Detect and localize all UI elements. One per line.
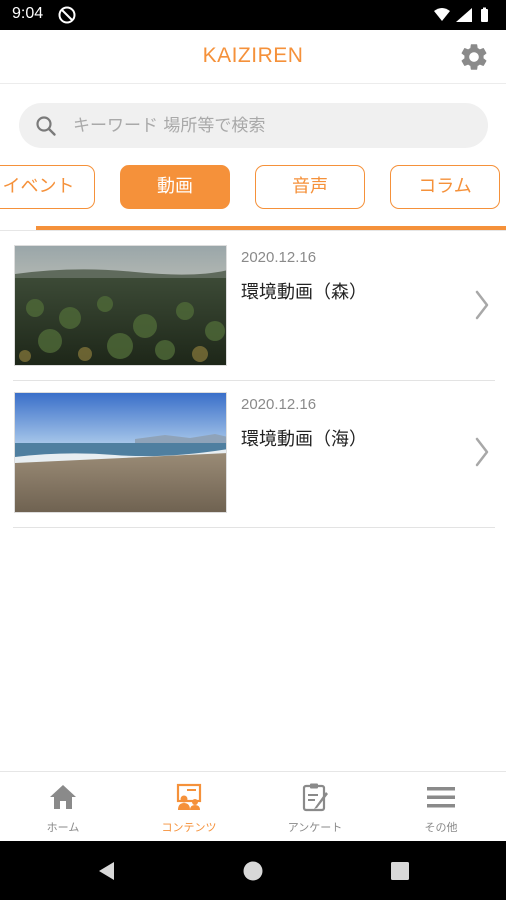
contents-icon	[176, 783, 202, 810]
list-item[interactable]: 2020.12.16 環境動画（森）	[0, 236, 506, 383]
recents-icon[interactable]	[389, 860, 411, 882]
home-icon	[50, 785, 76, 809]
tab-audio[interactable]: 音声	[255, 165, 365, 209]
item-date: 2020.12.16	[241, 396, 317, 413]
do-not-disturb-icon	[58, 6, 76, 24]
nav-home[interactable]: ホーム	[0, 772, 126, 842]
tab-video[interactable]: 動画	[120, 165, 230, 209]
wifi-icon	[434, 8, 450, 21]
item-title: 環境動画（森）	[241, 282, 367, 303]
search-bar[interactable]	[19, 103, 488, 148]
item-title: 環境動画（海）	[241, 429, 367, 450]
beach-thumbnail	[14, 392, 227, 513]
search-input[interactable]	[73, 103, 473, 148]
nav-contents[interactable]: コンテンツ	[126, 772, 252, 842]
status-icons	[434, 7, 488, 22]
tabs-divider	[0, 230, 506, 231]
nav-label: アンケート	[287, 821, 343, 834]
nav-label: コンテンツ	[161, 821, 217, 834]
tab-column[interactable]: コラム	[390, 165, 500, 209]
cellular-signal-icon	[456, 8, 472, 22]
search-icon	[36, 116, 56, 136]
back-icon[interactable]	[96, 860, 118, 882]
nav-survey[interactable]: アンケート	[252, 772, 378, 842]
item-divider	[13, 380, 495, 381]
gear-icon[interactable]	[458, 41, 490, 73]
item-divider	[13, 527, 495, 528]
category-tabs: イベント 動画 音声 コラム	[0, 165, 506, 211]
system-nav-bar	[0, 841, 506, 900]
forest-thumbnail	[14, 245, 227, 366]
nav-other[interactable]: その他	[378, 772, 504, 842]
bottom-nav: ホーム コンテンツ アンケート その他	[0, 771, 506, 841]
app-title: KAIZIREN	[202, 44, 304, 67]
home-circle-icon[interactable]	[242, 860, 264, 882]
chevron-right-icon	[475, 437, 489, 467]
battery-icon	[481, 9, 488, 22]
menu-icon	[427, 787, 455, 808]
status-bar: 9:04	[0, 0, 506, 30]
survey-icon	[302, 783, 328, 812]
item-date: 2020.12.16	[241, 249, 317, 266]
nav-label: その他	[424, 821, 458, 834]
list-item[interactable]: 2020.12.16 環境動画（海）	[0, 383, 506, 530]
status-time: 9:04	[12, 5, 44, 22]
app-header: KAIZIREN	[0, 30, 506, 84]
chevron-right-icon	[475, 290, 489, 320]
tab-event[interactable]: イベント	[0, 165, 95, 209]
nav-label: ホーム	[46, 821, 80, 834]
